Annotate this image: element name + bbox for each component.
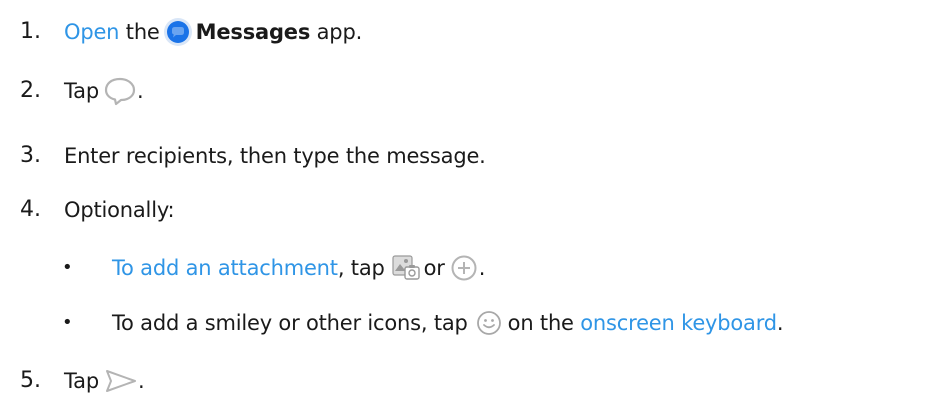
send-icon xyxy=(104,368,138,394)
emoji-icon xyxy=(476,310,502,336)
bullet: • xyxy=(62,257,73,278)
step-end: . xyxy=(137,369,145,393)
bullet: • xyxy=(62,312,73,333)
step-number: 1. xyxy=(20,19,41,44)
app-name: Messages xyxy=(195,20,311,44)
step-3: Enter recipients, then type the message. xyxy=(64,140,486,172)
step-text: Tap xyxy=(64,79,99,103)
sub-item-end: . xyxy=(478,256,486,280)
sub-item-smiley: To add a smiley or other icons, tap on t… xyxy=(112,307,784,339)
open-link[interactable]: Open xyxy=(64,16,119,48)
step-number: 3. xyxy=(20,143,41,168)
add-circle-icon xyxy=(450,254,478,282)
sub-item-text: , tap xyxy=(337,256,385,280)
sub-item-text: To add a smiley or other icons, tap xyxy=(112,311,468,335)
step-2: Tap . xyxy=(64,75,144,107)
step-4: Optionally: xyxy=(64,194,175,226)
step-text: app. xyxy=(316,20,363,44)
step-number: 2. xyxy=(20,78,41,103)
step-text: the xyxy=(125,20,160,44)
step-text: Enter recipients, then type the message. xyxy=(64,144,486,168)
sub-item-text: or xyxy=(423,256,445,280)
onscreen-keyboard-link[interactable]: onscreen keyboard xyxy=(580,307,777,339)
messages-app-icon xyxy=(163,17,193,47)
step-5: Tap . xyxy=(64,365,145,397)
sub-item-text: on the xyxy=(507,311,574,335)
step-number: 5. xyxy=(20,368,41,393)
new-chat-bubble-icon xyxy=(103,76,137,106)
step-end: . xyxy=(136,79,144,103)
sub-item-end: . xyxy=(776,311,784,335)
step-number: 4. xyxy=(20,197,41,222)
step-1: Open the Messages app. xyxy=(64,16,362,48)
add-attachment-link[interactable]: To add an attachment xyxy=(112,252,338,284)
sub-item-attachment: To add an attachment , tap or . xyxy=(112,252,485,284)
step-text: Optionally: xyxy=(64,198,175,222)
gallery-icon xyxy=(391,254,421,282)
step-text: Tap xyxy=(64,369,99,393)
